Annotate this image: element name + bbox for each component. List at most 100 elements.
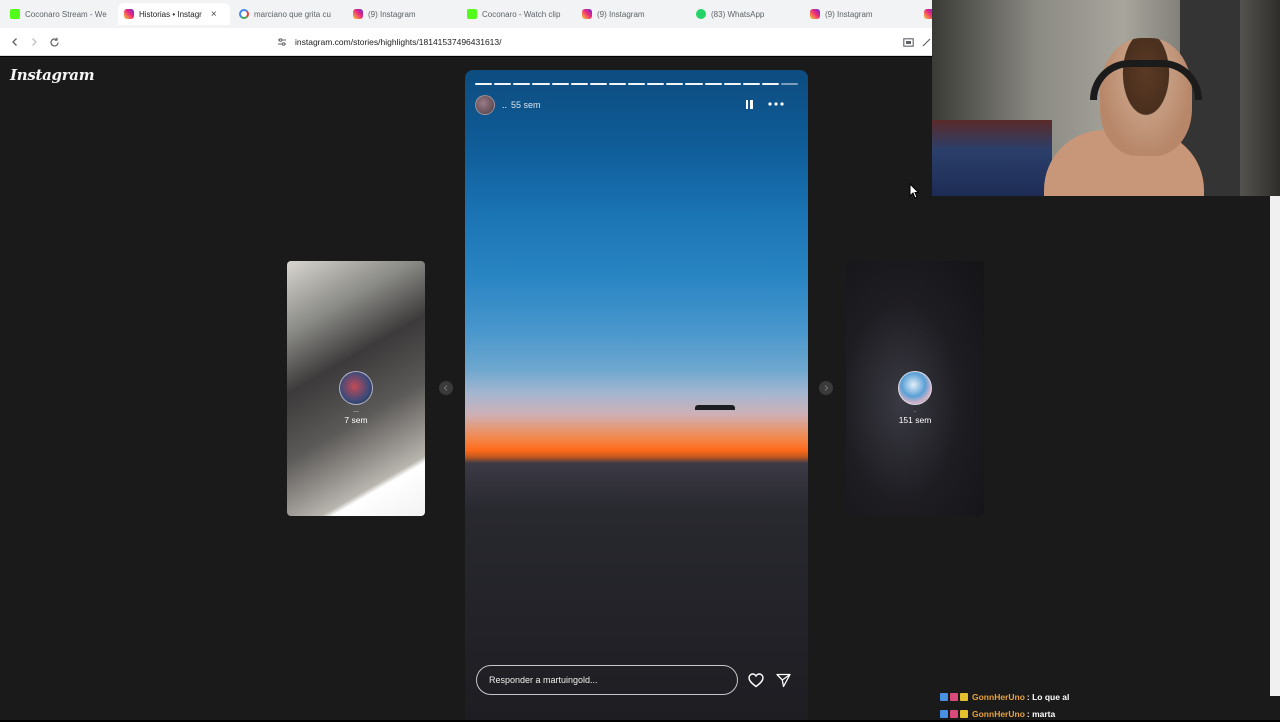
- badge-icon: [960, 709, 968, 718]
- tab-historias-instagram[interactable]: Historias • Instagr ×: [118, 3, 230, 25]
- reply-input[interactable]: [476, 665, 738, 695]
- progress-segment: [589, 83, 607, 85]
- story-username: ...: [353, 407, 359, 414]
- kick-icon: [467, 9, 477, 19]
- browser-tab-strip: Coconaro Stream - We Historias • Instagr…: [0, 0, 932, 28]
- progress-segment: [723, 83, 741, 85]
- tab-title: Historias • Instagr: [139, 9, 202, 19]
- badge-icon: [960, 692, 968, 701]
- close-icon[interactable]: ×: [211, 9, 217, 20]
- previous-story-button[interactable]: [439, 381, 453, 395]
- progress-segment: [628, 83, 646, 85]
- more-options-button[interactable]: [768, 95, 784, 109]
- progress-segment: [475, 83, 493, 85]
- avatar: [898, 371, 932, 405]
- google-icon: [239, 9, 249, 19]
- tab-instagram[interactable]: (9) Instagram: [347, 3, 459, 25]
- address-bar[interactable]: instagram.com/stories/highlights/1814153…: [246, 32, 906, 52]
- extension-icon: [922, 38, 930, 46]
- chat-text: : Lo que al: [1026, 691, 1070, 702]
- mouse-cursor-icon: [909, 183, 919, 199]
- instagram-icon: [353, 9, 363, 19]
- browser-toolbar: instagram.com/stories/highlights/1814153…: [0, 28, 932, 56]
- next-story-preview[interactable]: . 151 sem: [846, 261, 984, 516]
- story-time: 151 sem: [898, 415, 932, 425]
- progress-segment: [570, 83, 588, 85]
- story-username: .: [914, 407, 916, 414]
- webcam-overlay: [932, 0, 1280, 196]
- tab-title: (9) Instagram: [368, 9, 416, 19]
- heart-icon: [748, 672, 764, 687]
- story-header: .. 55 sem: [475, 94, 798, 116]
- chat-badges: [940, 709, 968, 718]
- more-icon: [768, 102, 784, 106]
- like-button[interactable]: [747, 671, 765, 689]
- progress-segment: [666, 83, 684, 85]
- progress-segment: [532, 83, 550, 85]
- progress-segment: [494, 83, 512, 85]
- progress-segment: [742, 83, 760, 85]
- avatar[interactable]: [475, 95, 495, 115]
- instagram-icon: [582, 9, 592, 19]
- tab-title: Coconaro Stream - We: [25, 9, 107, 19]
- progress-segment: [685, 83, 703, 85]
- tab-title: (9) Instagram: [597, 9, 645, 19]
- kick-icon: [10, 9, 20, 19]
- badge-icon: [940, 709, 948, 718]
- reload-button[interactable]: [46, 34, 62, 50]
- url-text: instagram.com/stories/highlights/1814153…: [295, 37, 502, 47]
- badge-icon: [940, 692, 948, 701]
- instagram-icon: [124, 9, 134, 19]
- progress-segment: [647, 83, 665, 85]
- send-icon: [775, 673, 791, 687]
- chat-message: GonnHerUno : marta: [940, 705, 1270, 722]
- tab-google-search[interactable]: marciano que grita cu: [233, 3, 345, 25]
- tab-instagram[interactable]: (9) Instagram: [804, 3, 916, 25]
- badge-icon: [950, 709, 958, 718]
- share-button[interactable]: [774, 671, 792, 689]
- progress-segment: [513, 83, 531, 85]
- story-username[interactable]: ..: [502, 100, 507, 110]
- chevron-right-icon: [824, 385, 829, 391]
- previous-story-preview[interactable]: ... 7 sem: [287, 261, 425, 516]
- tab-coconaro-stream[interactable]: Coconaro Stream - We: [4, 3, 116, 25]
- arrow-left-icon: [12, 38, 17, 46]
- instagram-logo[interactable]: Instagram: [10, 66, 95, 84]
- extensions-button[interactable]: [920, 34, 932, 50]
- progress-segment: [551, 83, 569, 85]
- next-story-button[interactable]: [819, 381, 833, 395]
- reload-icon: [49, 37, 59, 47]
- site-info-icon[interactable]: [277, 37, 287, 49]
- current-story[interactable]: .. 55 sem: [465, 70, 808, 720]
- instagram-icon: [924, 9, 932, 19]
- tab-whatsapp[interactable]: (83) WhatsApp: [690, 3, 802, 25]
- tab-overflow[interactable]: [918, 3, 932, 25]
- forward-button[interactable]: [26, 34, 42, 50]
- tab-title: Coconaro - Watch clip: [482, 9, 561, 19]
- progress-segment: [704, 83, 722, 85]
- progress-segment: [608, 83, 626, 85]
- chevron-left-icon: [443, 385, 448, 391]
- tab-title: (83) WhatsApp: [711, 9, 765, 19]
- tab-coconaro-clips[interactable]: Coconaro - Watch clip: [461, 3, 573, 25]
- pause-icon: [745, 96, 754, 114]
- tab-title: marciano que grita cu: [254, 9, 331, 19]
- progress-segment: [781, 83, 799, 85]
- avatar: [339, 371, 373, 405]
- story-horizon-detail: [695, 405, 735, 410]
- pause-button[interactable]: [742, 98, 756, 112]
- chat-badges: [940, 692, 968, 701]
- scrollbar[interactable]: [1270, 196, 1280, 696]
- story-progress-bar: [475, 83, 799, 85]
- cast-button[interactable]: [900, 34, 916, 50]
- whatsapp-icon: [696, 9, 706, 19]
- tab-title: (9) Instagram: [825, 9, 873, 19]
- arrow-right-icon: [32, 38, 37, 46]
- back-button[interactable]: [7, 34, 23, 50]
- chat-username: GonnHerUno: [972, 691, 1025, 702]
- tab-instagram[interactable]: (9) Instagram: [576, 3, 688, 25]
- instagram-icon: [810, 9, 820, 19]
- cast-icon: [902, 37, 914, 47]
- webcam-background-shelf: [932, 120, 1052, 196]
- chat-username: GonnHerUno: [972, 708, 1025, 719]
